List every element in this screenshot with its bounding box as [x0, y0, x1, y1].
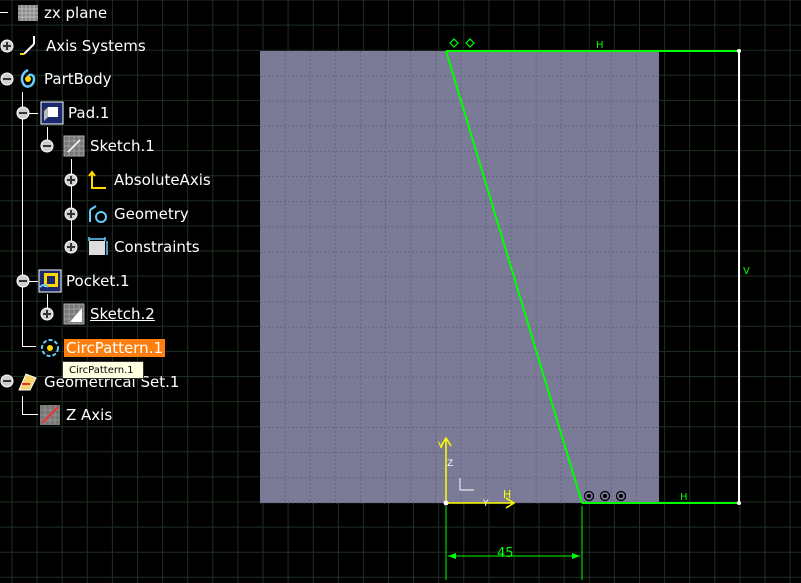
tree-label: Sketch.1 — [90, 137, 155, 155]
tree-node-pad[interactable]: Pad.1 — [40, 101, 111, 125]
geometry-icon — [89, 205, 107, 223]
tangency-constraint-icon[interactable] — [449, 38, 459, 48]
tree-label: Sketch.2 — [90, 305, 155, 323]
sketch-icon — [63, 135, 85, 157]
profile-corner-bottom-right[interactable] — [737, 501, 741, 505]
tree-label: Axis Systems — [46, 37, 146, 55]
tree-label: Z Axis — [66, 406, 113, 424]
tooltip: CircPattern.1 — [62, 361, 144, 379]
tree-label: AbsoluteAxis — [114, 171, 211, 189]
tree-node-sketch2[interactable]: Sketch.2 — [62, 302, 157, 326]
dimension-value[interactable]: 45 — [497, 546, 514, 561]
tree-node-constraints[interactable]: Constraints — [86, 235, 202, 259]
expander-sketch2[interactable] — [40, 307, 54, 321]
expander-partbody[interactable] — [0, 72, 14, 86]
geometrical-set-icon — [18, 373, 37, 391]
pad-icon — [40, 101, 64, 125]
expander-sketch1[interactable] — [40, 139, 54, 153]
absolute-axis-icon — [88, 170, 106, 189]
expander-pocket[interactable] — [16, 274, 30, 288]
axis-label-v: V — [438, 441, 445, 451]
specification-tree[interactable]: zx plane Axis Systems PartBody Pad.1 Ske… — [0, 0, 260, 440]
sketch-plane[interactable] — [260, 51, 659, 503]
expander-geometry[interactable] — [64, 207, 78, 221]
tree-node-zx-plane[interactable]: zx plane — [16, 1, 109, 25]
tree-label: Pocket.1 — [66, 272, 130, 290]
tree-label: zx plane — [44, 4, 108, 22]
axis-label-h: H — [503, 488, 511, 501]
tree-node-sketch1[interactable]: Sketch.1 — [62, 134, 157, 158]
expander-axis-systems[interactable] — [0, 39, 14, 53]
tree-label: Constraints — [114, 238, 200, 256]
horizontal-constraint-bottom[interactable]: H — [680, 492, 688, 503]
plane-icon — [18, 5, 38, 21]
vertical-constraint-right[interactable]: V — [743, 266, 750, 277]
viewport-3d[interactable]: H H V V H Z Y 45 zx plane Axis Systems P… — [0, 0, 801, 583]
expander-geometrical-set[interactable] — [0, 374, 14, 388]
horizontal-constraint-top[interactable]: H — [596, 40, 604, 51]
tree-node-partbody[interactable]: PartBody — [16, 67, 113, 91]
tree-node-circpattern[interactable]: CircPattern.1 — [38, 336, 166, 360]
sketch-icon — [63, 303, 85, 325]
expander-pad[interactable] — [16, 106, 30, 120]
tree-node-pocket[interactable]: Pocket.1 — [38, 269, 132, 293]
z-axis-icon — [40, 405, 60, 425]
tree-node-axis-systems[interactable]: Axis Systems — [18, 34, 148, 58]
tree-label: Pad.1 — [68, 104, 110, 122]
tree-node-z-axis[interactable]: Z Axis — [38, 403, 114, 427]
tree-label-selected: CircPattern.1 — [64, 339, 166, 357]
tree-label: Geometry — [114, 205, 189, 223]
tree-node-absoluteaxis[interactable]: AbsoluteAxis — [86, 168, 213, 192]
circpattern-icon — [41, 339, 59, 357]
tangency-constraint-icon-2[interactable] — [465, 38, 475, 48]
expander-constraints[interactable] — [64, 240, 78, 254]
axis-label-z: Z — [447, 459, 453, 469]
axis-label-y: Y — [482, 499, 489, 509]
pocket-icon — [38, 269, 62, 293]
tree-label: PartBody — [44, 70, 112, 88]
partbody-icon — [20, 68, 36, 88]
expander-absoluteaxis[interactable] — [64, 173, 78, 187]
profile-corner-top-right[interactable] — [737, 49, 741, 53]
constraints-icon — [88, 237, 108, 255]
dimension-45[interactable]: 45 — [445, 506, 583, 580]
axis-systems-icon — [20, 36, 35, 55]
tree-node-geometry[interactable]: Geometry — [86, 202, 191, 226]
